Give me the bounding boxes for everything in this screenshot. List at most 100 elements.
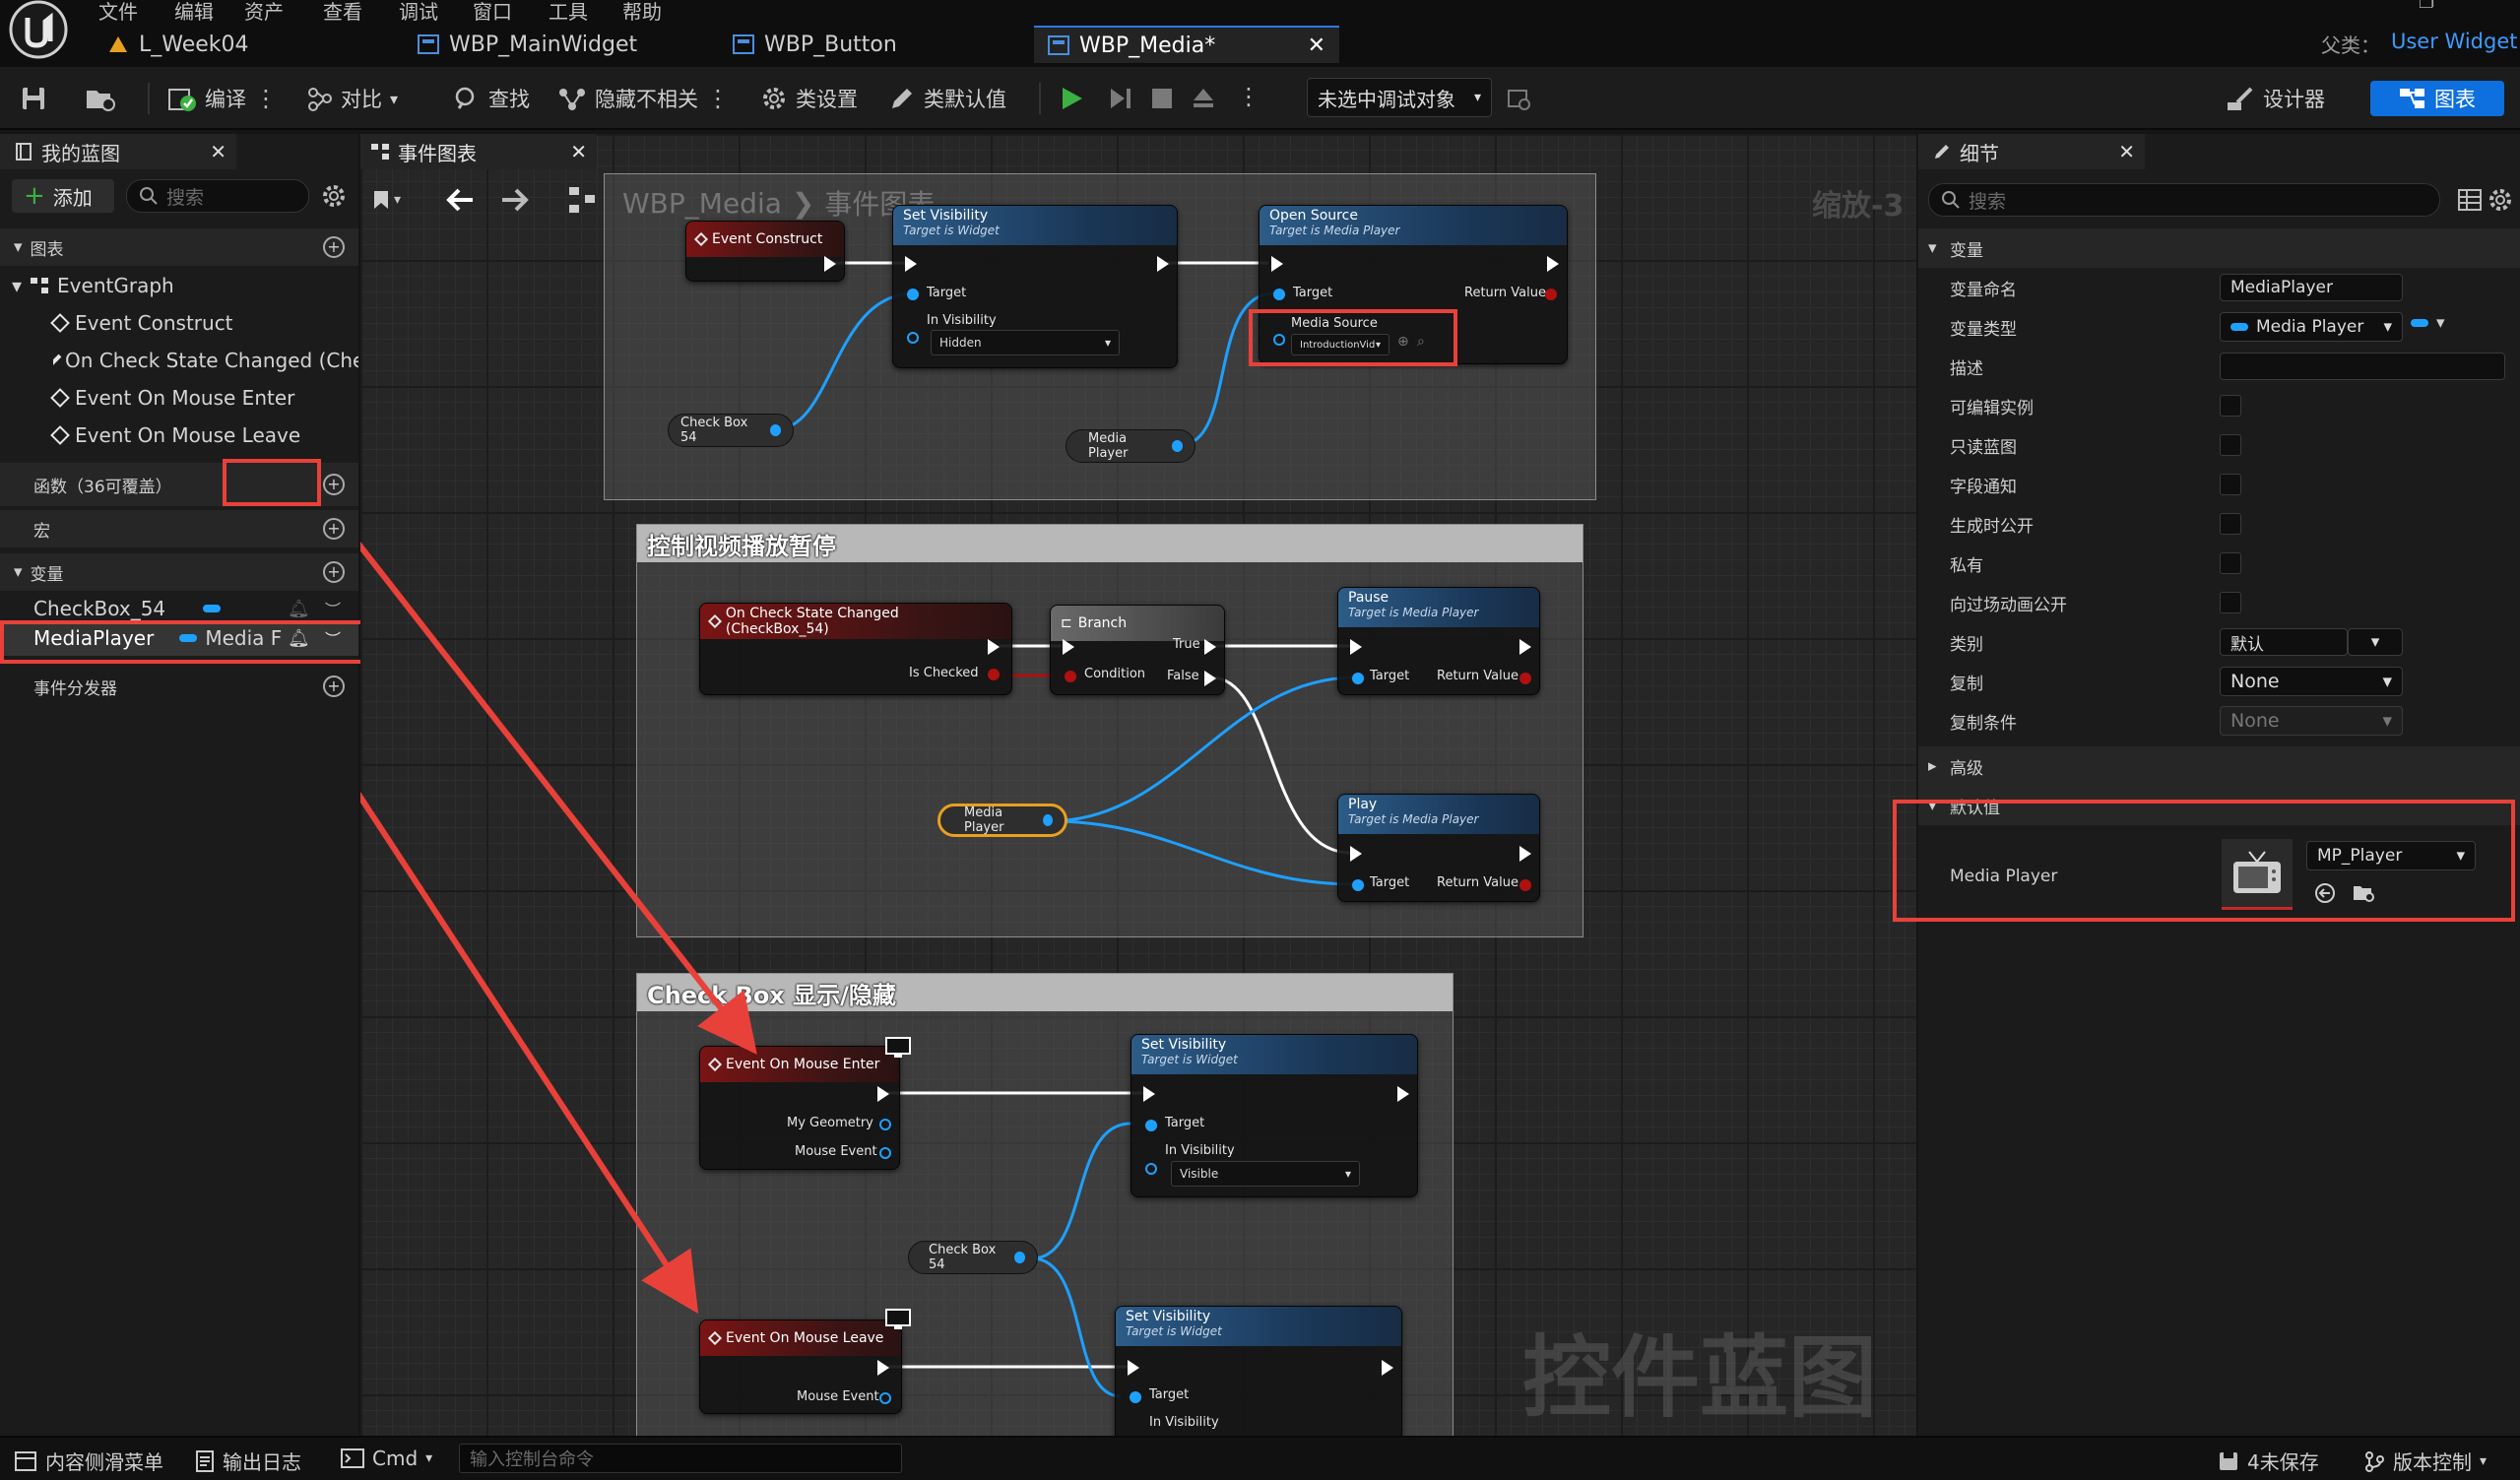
menu-debug[interactable]: 调试 — [399, 0, 438, 25]
browse-button[interactable] — [85, 81, 118, 116]
compile-options-icon[interactable]: ⋮ — [254, 85, 278, 112]
hide-unrelated-options-icon[interactable]: ⋮ — [706, 85, 730, 112]
my-blueprint-tab[interactable]: 我的蓝图 ✕ — [0, 134, 236, 169]
graphs-section-header[interactable]: ▾ 图表 + — [0, 228, 358, 266]
close-panel-icon[interactable]: ✕ — [2118, 140, 2145, 163]
play-button[interactable] — [1058, 81, 1085, 116]
advanced-section-header[interactable]: ▸ 高级 — [1918, 746, 2520, 786]
variable-name-input[interactable]: MediaPlayer — [2220, 274, 2403, 301]
readonly-checkbox[interactable] — [2220, 434, 2241, 456]
container-type-select[interactable]: ▾ — [2411, 313, 2445, 333]
folder-search-icon — [87, 91, 115, 111]
variable-section-header[interactable]: ▾ 变量 — [1918, 228, 2520, 268]
parent-class-link[interactable]: User Widget — [2391, 30, 2518, 53]
expose-spawn-checkbox[interactable] — [2220, 513, 2241, 535]
variables-section-header[interactable]: ▾ 变量 + — [0, 553, 358, 591]
tab-label: L_Week04 — [139, 32, 249, 57]
menu-view[interactable]: 查看 — [323, 0, 362, 25]
menu-window[interactable]: 窗口 — [473, 0, 512, 25]
private-checkbox[interactable] — [2220, 552, 2241, 574]
tree-event-construct[interactable]: Event Construct — [50, 311, 233, 335]
menu-help[interactable]: 帮助 — [622, 0, 662, 25]
field-notify-checkbox[interactable] — [2220, 474, 2241, 495]
field-value: MediaPlayer — [2230, 278, 2333, 297]
tab-wbp-mainwidget[interactable]: WBP_MainWidget — [404, 26, 699, 63]
replication-select[interactable]: None ▾ — [2220, 667, 2403, 696]
output-log-button[interactable]: 输出日志 — [195, 1447, 301, 1475]
dispatchers-section-header[interactable]: 事件分发器 + — [0, 668, 358, 705]
hide-unrelated-button[interactable]: 隐藏不相关 ⋮ — [557, 81, 730, 116]
object-type-pill-icon — [203, 605, 222, 612]
variable-checkbox-54[interactable]: CheckBox_54 🔔︎ ︶ — [33, 597, 349, 620]
menu-tools[interactable]: 工具 — [549, 0, 588, 25]
prop-replication: 复制 None ▾ — [1918, 662, 2520, 701]
editable-checkbox[interactable] — [2220, 395, 2241, 417]
debug-object-select[interactable]: 未选中调试对象 ▾ — [1307, 78, 1492, 117]
chevron-down-icon: ▾ — [2383, 317, 2392, 337]
add-variable-icon[interactable]: + — [323, 561, 345, 583]
unreal-logo-icon[interactable] — [4, 0, 73, 65]
chevron-down-icon: ▾ — [1473, 90, 1481, 105]
close-panel-icon[interactable]: ✕ — [210, 140, 236, 163]
play-options-icon[interactable]: ⋮ — [1237, 83, 1260, 110]
event-graph-item[interactable]: ▾ EventGraph — [12, 274, 174, 297]
annotation-arrows — [360, 541, 757, 1315]
diff-button[interactable]: 对比 ▾ — [305, 81, 398, 116]
add-function-icon[interactable]: + — [323, 474, 345, 495]
stop-button[interactable] — [1148, 81, 1176, 116]
save-icon — [2220, 1451, 2237, 1470]
bell-icon[interactable]: 🔔︎ — [288, 599, 310, 619]
category-input[interactable]: 默认 — [2220, 628, 2348, 656]
tab-level[interactable]: L_Week04 — [94, 26, 389, 63]
unsaved-assets-button[interactable]: 4未保存 — [2218, 1447, 2319, 1475]
settings-gear-icon[interactable] — [2488, 187, 2513, 213]
tree-on-check-state-changed[interactable]: On Check State Changed (Checl — [53, 349, 358, 372]
eye-closed-icon[interactable]: ︶ — [325, 597, 341, 620]
source-control-button[interactable]: 版本控制 ▾ — [2363, 1447, 2487, 1475]
add-dispatcher-icon[interactable]: + — [323, 676, 345, 697]
prop-label: 描述 — [1950, 358, 1983, 379]
category-dropdown[interactable]: ▾ — [2348, 628, 2403, 656]
cmd-select[interactable]: Cmd ▾ — [341, 1447, 432, 1470]
add-macro-icon[interactable]: + — [323, 518, 345, 540]
add-button[interactable]: + 添加 — [12, 179, 114, 213]
prop-label: 向过场动画公开 — [1950, 595, 2067, 615]
debug-filter-button[interactable] — [1505, 81, 1532, 116]
menu-asset[interactable]: 资产 — [244, 0, 284, 25]
step-button[interactable] — [1107, 81, 1134, 116]
table-view-icon[interactable] — [2458, 189, 2482, 211]
class-defaults-button[interactable]: 类默认值 — [888, 81, 1006, 116]
add-graph-icon[interactable]: + — [323, 236, 345, 258]
variable-type-select[interactable]: Media Player ▾ — [2220, 312, 2403, 342]
menu-file[interactable]: 文件 — [98, 0, 138, 25]
designer-mode-button[interactable]: 设计器 — [2226, 81, 2325, 116]
tab-wbp-button[interactable]: WBP_Button — [719, 26, 1014, 63]
eject-button[interactable] — [1190, 81, 1217, 116]
details-tab[interactable]: 细节 ✕ — [1918, 134, 2145, 169]
menu-edit[interactable]: 编辑 — [174, 0, 214, 25]
graph-mode-button[interactable]: 图表 — [2370, 81, 2504, 116]
event-diamond-icon — [50, 425, 70, 445]
tree-event-on-mouse-leave[interactable]: Event On Mouse Leave — [50, 423, 300, 447]
maximize-window-icon[interactable]: ❐ — [2419, 0, 2434, 13]
expose-cinematics-checkbox[interactable] — [2220, 592, 2241, 613]
tree-event-on-mouse-enter[interactable]: Event On Mouse Enter — [50, 386, 294, 410]
settings-gear-icon[interactable] — [321, 183, 347, 209]
prop-label: 字段通知 — [1950, 477, 2017, 497]
macros-section-header[interactable]: 宏 + — [0, 510, 358, 547]
save-button[interactable] — [20, 81, 47, 116]
find-button[interactable]: 查找 — [453, 81, 530, 116]
class-settings-button[interactable]: 类设置 — [760, 81, 858, 116]
chevron-down-icon: ▾ — [1928, 238, 1937, 258]
description-input[interactable] — [2220, 353, 2505, 380]
details-search-input[interactable]: 搜索 — [1928, 183, 2440, 217]
blueprint-search-input[interactable]: 搜索 — [126, 179, 309, 213]
replication-condition-select[interactable]: None ▾ — [2220, 706, 2403, 736]
console-placeholder: 输入控制台命令 — [470, 1449, 594, 1470]
tab-wbp-media[interactable]: WBP_Media* ✕ — [1034, 26, 1339, 63]
console-command-input[interactable]: 输入控制台命令 — [459, 1444, 902, 1473]
compile-button[interactable]: 编译 ⋮ — [167, 81, 278, 116]
close-tab-icon[interactable]: ✕ — [1308, 33, 1325, 58]
event-graph-canvas[interactable]: 事件图表 ✕ ▾ WBP_Media ❯ 事件图表 缩放-3 控制视频播放暂停 … — [360, 134, 1916, 1436]
content-drawer-button[interactable]: 内容侧滑菜单 — [14, 1447, 163, 1475]
